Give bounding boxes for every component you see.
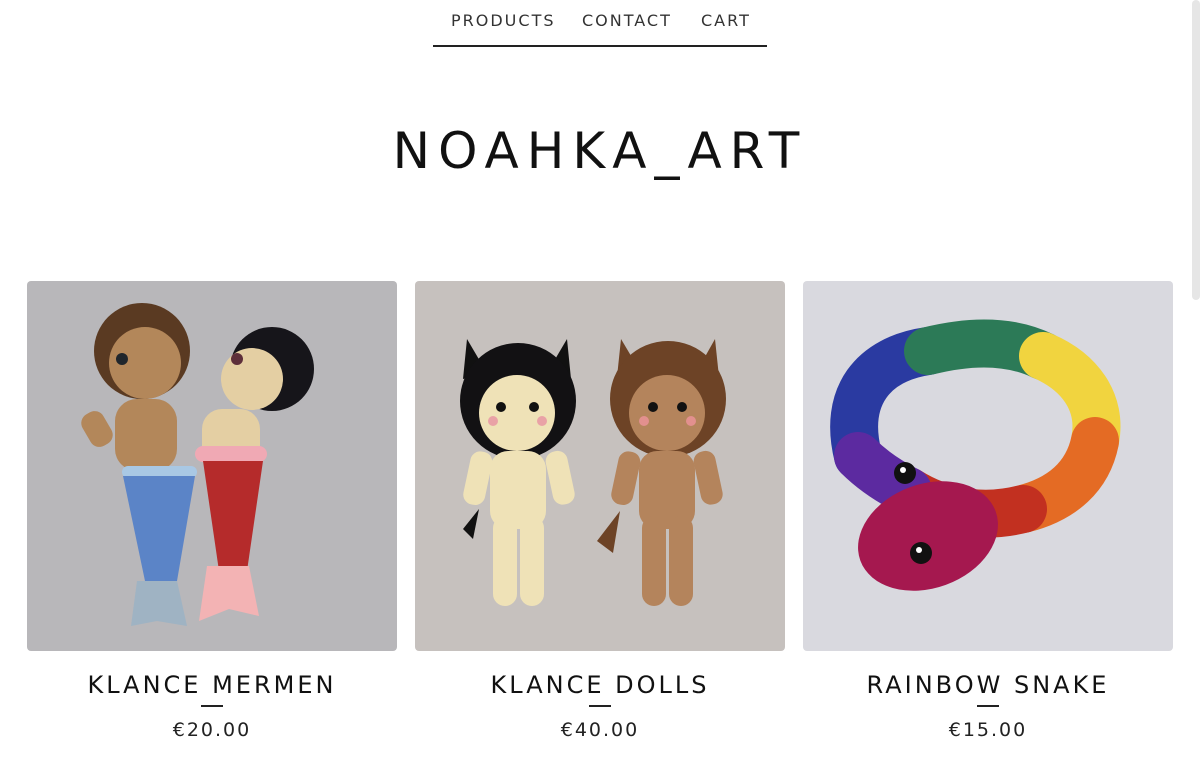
nav-cart-link[interactable]: CART (701, 0, 751, 30)
store-name[interactable]: NOAHKA_ART (0, 122, 1200, 180)
title-divider (977, 705, 999, 707)
snake-photo (803, 281, 1173, 651)
product-title[interactable]: KLANCE DOLLS (415, 671, 785, 699)
top-navigation: PRODUCTS CONTACT CART (433, 0, 767, 47)
product-price: €20.00 (172, 719, 252, 741)
nav-products-link[interactable]: PRODUCTS (451, 0, 556, 30)
product-image-rainbow-snake[interactable] (803, 281, 1173, 651)
product-grid: KLANCE MERMEN €20.00 KLANCE DOLLS €40.00… (27, 281, 1173, 751)
product-card-klance-dolls[interactable]: KLANCE DOLLS €40.00 (415, 281, 785, 751)
product-card-klance-mermen[interactable]: KLANCE MERMEN €20.00 (27, 281, 397, 751)
title-divider (589, 705, 611, 707)
product-card-rainbow-snake[interactable]: RAINBOW SNAKE €15.00 (803, 281, 1173, 751)
dolls-photo (415, 281, 785, 651)
page-scrollbar[interactable] (1192, 0, 1200, 300)
product-image-klance-mermen[interactable] (27, 281, 397, 651)
product-title[interactable]: RAINBOW SNAKE (803, 671, 1173, 699)
mermen-photo (27, 281, 397, 651)
product-title[interactable]: KLANCE MERMEN (27, 671, 397, 699)
title-divider (201, 705, 223, 707)
nav-contact-link[interactable]: CONTACT (582, 0, 672, 30)
product-image-klance-dolls[interactable] (415, 281, 785, 651)
product-price: €15.00 (948, 719, 1028, 741)
product-price: €40.00 (560, 719, 640, 741)
